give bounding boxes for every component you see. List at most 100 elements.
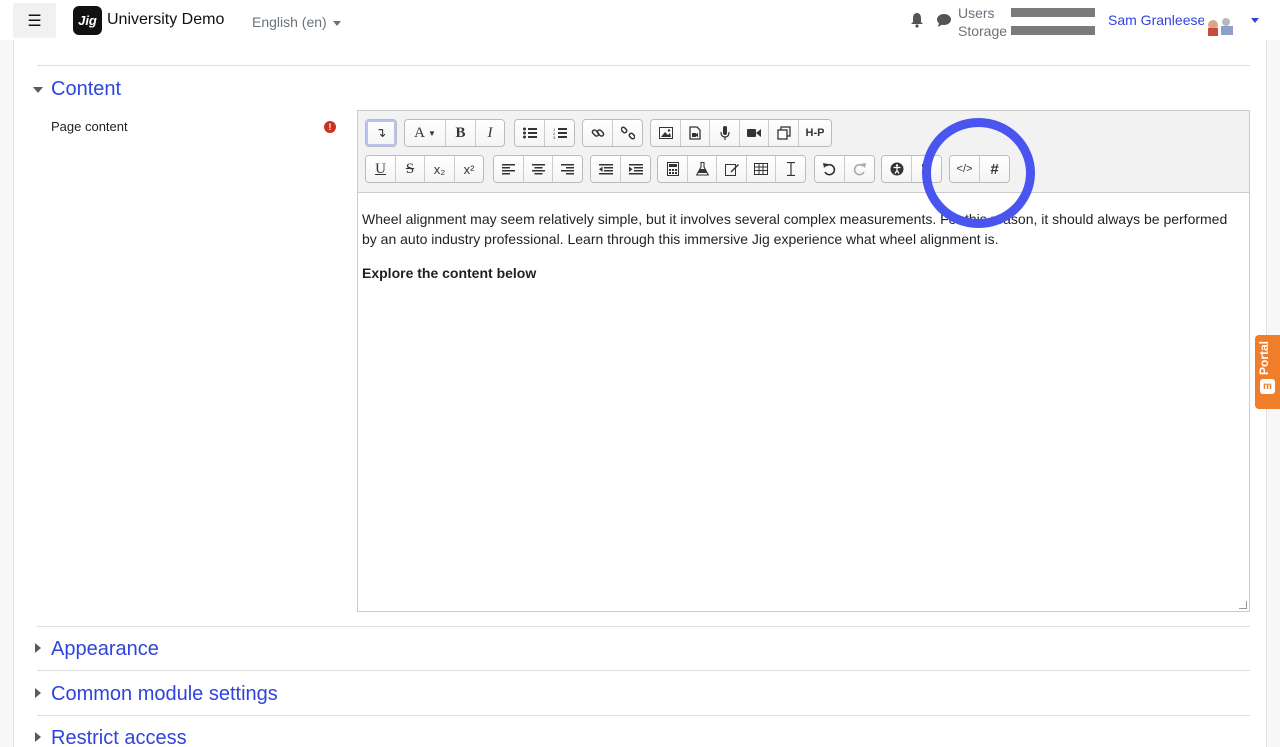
accessibility-checker-button[interactable] [882, 156, 912, 182]
flask-icon [695, 162, 709, 176]
clear-formatting-button[interactable] [776, 156, 805, 182]
expand-common-settings-icon[interactable] [35, 688, 41, 698]
insert-image-button[interactable] [651, 120, 681, 146]
redo-button[interactable] [845, 156, 874, 182]
outdent-icon [598, 163, 613, 174]
undo-button[interactable] [815, 156, 845, 182]
ordered-list-button[interactable]: 123 [545, 120, 574, 146]
accessibility-icon [890, 162, 903, 176]
superscript-icon: x² [463, 161, 475, 177]
users-usage-bar [1011, 8, 1095, 17]
link-icon [591, 129, 604, 137]
expand-icon: ↴ [375, 125, 387, 140]
language-label: English ‎(en)‎ [252, 14, 327, 30]
record-audio-button[interactable] [710, 120, 740, 146]
edit-icon [724, 164, 739, 176]
media-icon [689, 126, 701, 140]
paragraph-styles-button[interactable]: A ▼ [405, 120, 446, 146]
chat-icon[interactable] [936, 13, 952, 28]
toolbar-group-format: U S x₂ x² [365, 155, 484, 183]
underline-button[interactable]: U [366, 156, 396, 182]
superscript-button[interactable]: x² [455, 156, 483, 182]
site-logo[interactable]: Jig [73, 6, 102, 35]
h5p-icon: H‑P [805, 127, 825, 139]
top-navbar: ☰ Jig University Demo English ‎(en)‎ Use… [0, 0, 1280, 40]
toolbar-group-links [582, 119, 643, 147]
expand-appearance-icon[interactable] [35, 643, 41, 653]
toolbar-group-history [814, 155, 875, 183]
highlight-circle [922, 118, 1035, 228]
align-right-icon [561, 163, 574, 174]
list-bullet-icon [522, 127, 537, 139]
svg-text:3: 3 [553, 135, 556, 139]
section-content-title[interactable]: Content [51, 78, 121, 101]
storage-usage-bar [1011, 26, 1095, 35]
record-video-button[interactable] [740, 120, 769, 146]
required-exclamation-icon: ! [324, 121, 336, 133]
strikethrough-button[interactable]: S [396, 156, 425, 182]
divider [37, 670, 1250, 671]
italic-icon: I [487, 124, 493, 141]
collapse-content-icon[interactable] [33, 87, 43, 93]
align-center-icon [531, 163, 545, 174]
user-menu-chevron-icon[interactable] [1251, 18, 1259, 23]
align-left-button[interactable] [494, 156, 524, 182]
insert-media-button[interactable] [681, 120, 710, 146]
language-menu[interactable]: English ‎(en)‎ [252, 14, 341, 30]
portal-label: Portal [1257, 341, 1271, 376]
align-left-icon [502, 163, 515, 174]
microphone-icon [719, 126, 730, 140]
unlink-button[interactable] [613, 120, 642, 146]
section-common-settings-title[interactable]: Common module settings [51, 683, 278, 706]
unordered-list-button[interactable] [515, 120, 545, 146]
image-icon [658, 127, 673, 139]
table-icon [754, 163, 768, 175]
video-camera-icon [747, 129, 761, 137]
bell-icon[interactable] [910, 12, 924, 28]
editor-heading: Explore the content below [362, 265, 537, 281]
align-right-button[interactable] [553, 156, 582, 182]
text-cursor-icon [786, 162, 795, 176]
insert-character-button[interactable] [717, 156, 747, 182]
usage-storage-label: Storage [958, 23, 1008, 39]
undo-icon [823, 162, 836, 175]
list-number-icon: 123 [553, 127, 567, 139]
font-icon: A [414, 124, 425, 141]
section-restrict-access-title[interactable]: Restrict access [51, 727, 187, 747]
hamburger-menu-button[interactable]: ☰ [13, 3, 56, 38]
strikethrough-icon: S [405, 160, 415, 177]
table-button[interactable] [747, 156, 776, 182]
user-name[interactable]: Sam Granleese [1108, 12, 1205, 28]
equation-button[interactable] [658, 156, 688, 182]
logo-text: Jig [78, 13, 97, 28]
insert-h5p-button[interactable]: H‑P [799, 120, 831, 146]
hamburger-icon: ☰ [27, 12, 42, 30]
outdent-button[interactable] [591, 156, 621, 182]
manage-files-button[interactable] [769, 120, 799, 146]
editor-paragraph: Wheel alignment may seem relatively simp… [362, 211, 1228, 247]
indent-button[interactable] [621, 156, 650, 182]
align-center-button[interactable] [524, 156, 553, 182]
bold-icon: B [455, 124, 466, 141]
bold-button[interactable]: B [446, 120, 476, 146]
site-name[interactable]: University Demo [107, 11, 224, 29]
avatar[interactable] [1204, 13, 1236, 37]
section-appearance-title[interactable]: Appearance [51, 638, 159, 661]
chemistry-button[interactable] [688, 156, 717, 182]
files-icon [776, 126, 791, 140]
unlink-icon [620, 126, 635, 140]
portal-tab[interactable]: Portal m [1255, 335, 1280, 409]
italic-button[interactable]: I [476, 120, 504, 146]
expand-restrict-access-icon[interactable] [35, 732, 41, 742]
portal-logo-icon: m [1260, 379, 1275, 394]
resize-handle[interactable] [1239, 601, 1247, 609]
calculator-icon [666, 162, 679, 176]
divider [37, 626, 1250, 627]
editor-content-area[interactable]: Wheel alignment may seem relatively simp… [362, 209, 1242, 297]
chevron-down-icon: ▼ [427, 128, 436, 138]
show-more-buttons-button[interactable]: ↴ [366, 120, 396, 146]
usage-users-label: Users [958, 5, 995, 21]
toolbar-group-media: H‑P [650, 119, 832, 147]
subscript-button[interactable]: x₂ [425, 156, 455, 182]
link-button[interactable] [583, 120, 613, 146]
